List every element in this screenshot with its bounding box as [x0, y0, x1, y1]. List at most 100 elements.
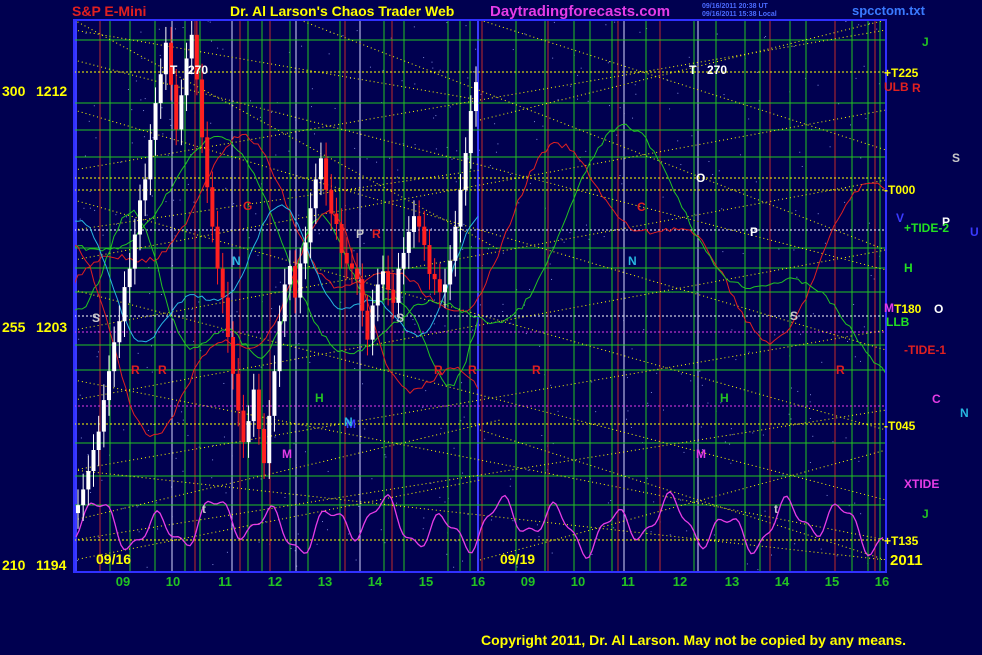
background-dot: [607, 502, 609, 504]
background-dot: [553, 21, 555, 23]
cycle-marker-right: T: [689, 63, 697, 77]
background-dot: [225, 492, 227, 494]
background-dot: [497, 143, 499, 145]
cycle-marker-left: T: [170, 63, 178, 77]
background-dot: [465, 25, 467, 27]
background-dot: [680, 373, 682, 375]
background-dot: [462, 472, 464, 474]
background-dot: [616, 134, 618, 136]
background-dot: [756, 71, 758, 73]
background-dot: [647, 402, 649, 404]
price-bar: [251, 389, 256, 422]
price-bar: [81, 489, 86, 506]
background-dot: [89, 191, 91, 193]
price-bar: [262, 428, 267, 464]
price-bar: [411, 216, 416, 232]
cycle-marker-left: R: [131, 363, 140, 377]
background-dot: [140, 99, 142, 101]
background-dot: [138, 531, 140, 533]
background-dot: [613, 527, 615, 529]
background-dot: [135, 80, 137, 82]
background-dot: [585, 150, 587, 152]
background-dot: [713, 534, 715, 536]
background-dot: [147, 429, 149, 431]
year-label: 2011: [890, 552, 923, 569]
price-bar: [406, 231, 411, 253]
price-bar: [282, 284, 287, 322]
background-dot: [385, 456, 387, 458]
background-dot: [444, 325, 446, 327]
background-dot: [793, 249, 795, 251]
background-dot: [182, 27, 184, 29]
hour-tick-label: 16: [471, 574, 485, 589]
background-dot: [311, 106, 313, 108]
background-dot: [423, 57, 425, 59]
background-dot: [89, 207, 91, 209]
data-file-name: spcctom.txt: [852, 3, 926, 18]
background-dot: [502, 311, 504, 313]
background-dot: [588, 238, 590, 240]
background-dot: [210, 122, 212, 124]
background-dot: [669, 108, 671, 110]
price-bar: [365, 310, 370, 340]
background-dot: [821, 361, 823, 363]
background-dot: [832, 441, 834, 443]
background-dot: [327, 470, 329, 472]
background-dot: [191, 308, 193, 310]
background-dot: [826, 494, 828, 496]
background-dot: [144, 98, 146, 100]
background-dot: [223, 382, 225, 384]
background-dot: [151, 195, 153, 197]
price-bar: [96, 431, 101, 451]
background-dot: [757, 569, 759, 571]
background-dot: [255, 213, 257, 215]
background-dot: [763, 37, 765, 39]
background-dot: [847, 340, 849, 342]
background-dot: [686, 530, 688, 532]
background-dot: [876, 28, 878, 30]
background-dot: [731, 329, 733, 331]
background-dot: [328, 53, 330, 55]
background-dot: [502, 303, 504, 305]
background-dot: [467, 158, 469, 160]
background-dot: [778, 248, 780, 250]
price-bar: [437, 279, 442, 293]
cycle-marker-right: P: [750, 225, 758, 239]
background-dot: [722, 251, 724, 253]
background-dot: [90, 491, 92, 493]
background-dot: [226, 551, 228, 553]
site-name[interactable]: Daytradingforecasts.com: [490, 3, 670, 20]
price-bar: [189, 34, 194, 59]
symbol-label: S&P E-Mini: [72, 3, 146, 19]
background-dot: [788, 413, 790, 415]
hour-tick-label: 12: [673, 574, 687, 589]
background-dot: [560, 238, 562, 240]
background-dot: [217, 47, 219, 49]
background-dot: [610, 500, 612, 502]
cycle-marker-left: R: [372, 227, 381, 241]
price-bar: [293, 266, 298, 298]
background-dot: [591, 553, 593, 555]
background-dot: [413, 26, 415, 28]
background-dot: [690, 380, 692, 382]
price-bar: [91, 450, 96, 472]
background-dot: [152, 137, 154, 139]
background-dot: [87, 453, 89, 455]
background-dot: [550, 384, 552, 386]
background-dot: [131, 142, 133, 144]
y-label-left-mid: 255: [2, 319, 26, 335]
background-dot: [364, 428, 366, 430]
cycle-marker-right: 270: [707, 63, 727, 77]
background-dot: [422, 528, 424, 530]
background-dot: [580, 67, 582, 69]
background-dot: [258, 541, 260, 543]
side-level-label: O: [934, 302, 943, 316]
background-dot: [274, 436, 276, 438]
background-dot: [677, 140, 679, 142]
background-dot: [259, 116, 261, 118]
background-dot: [146, 566, 148, 568]
background-dot: [653, 501, 655, 503]
background-dot: [868, 222, 870, 224]
background-dot: [669, 534, 671, 536]
cycle-marker-left: S: [92, 311, 100, 325]
